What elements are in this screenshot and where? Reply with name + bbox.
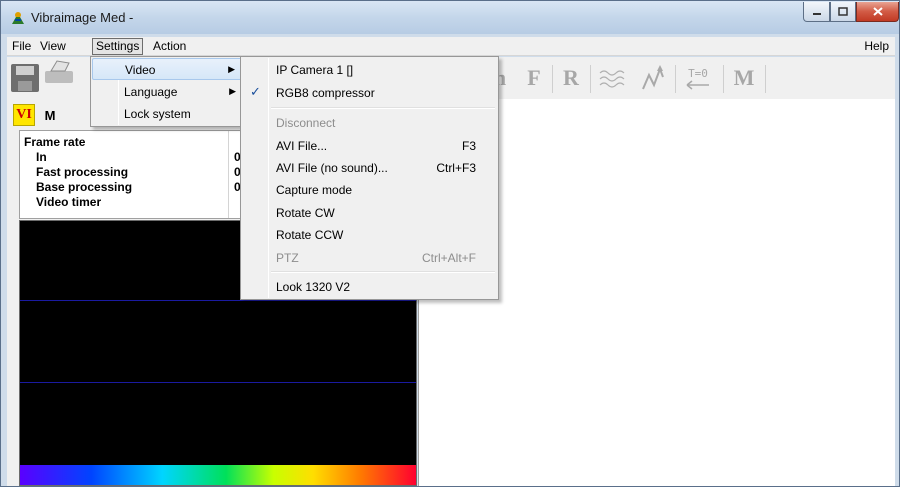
menu-bar: File View Settings Action Help [7,37,895,56]
menu-item-capture-mode[interactable]: Capture mode [242,179,497,201]
submenu-arrow-icon: ▶ [229,86,236,96]
menu-item-label: Rotate CCW [276,228,344,242]
menu-item-shortcut: Ctrl+Alt+F [421,251,476,265]
menu-item-label: RGB8 compressor [276,86,375,100]
video-submenu: IP Camera 1 [] ✓ RGB8 compressor Disconn… [240,56,499,300]
toolbar-separator [590,65,591,93]
menu-item-label: AVI File (no sound)... [276,161,388,175]
menu-separator [271,271,495,273]
menu-item-label: Disconnect [276,116,336,130]
scanner-icon[interactable] [43,59,77,85]
window-title: Vibraimage Med - [31,10,134,25]
toolbar-separator [552,65,553,93]
minimize-button[interactable] [803,2,830,22]
grid-line [20,382,416,383]
stat-label: Video timer [36,195,102,209]
settings-dropdown: Video ▶ Language ▶ Lock system [90,56,245,127]
menu-action[interactable]: Action [149,38,190,55]
menu-item-language[interactable]: Language ▶ [92,81,243,103]
toolbar-button-r[interactable]: R [560,63,582,93]
toolbar-button-m[interactable]: M [731,63,757,93]
menu-item-ip-camera[interactable]: IP Camera 1 [] [242,59,497,81]
toolbar-button-f[interactable]: F [525,63,543,93]
toolbar-separator [675,65,676,93]
menu-item-video[interactable]: Video ▶ [92,58,243,80]
menu-help[interactable]: Help [860,38,893,55]
menu-item-shortcut: F3 [461,139,476,153]
graph-icon[interactable] [639,63,669,93]
submenu-arrow-icon: ▶ [228,64,235,74]
menu-settings[interactable]: Settings [92,38,144,55]
menu-item-shortcut: Ctrl+F3 [436,161,476,175]
maximize-icon [838,7,848,16]
menu-item-label: PTZ [276,251,299,265]
menu-item-label: Rotate CW [276,206,335,220]
waves-icon[interactable] [597,63,627,93]
menu-item-label: Capture mode [276,183,353,197]
menu-item-rotate-ccw[interactable]: Rotate CCW [242,224,497,246]
stat-label: Frame rate [24,135,86,149]
t0-label: T=0 [688,66,708,80]
toolbar-separator [723,65,724,93]
arrow-left-icon [686,79,709,90]
menu-item-avi-file-no-sound[interactable]: AVI File (no sound)... Ctrl+F3 [242,157,497,179]
save-icon[interactable] [10,63,40,93]
stat-label: In [36,150,47,164]
title-bar[interactable]: Vibraimage Med - [1,1,899,34]
close-button[interactable] [856,2,899,22]
menu-item-disconnect: Disconnect [242,112,497,134]
menu-item-label: Look 1320 V2 [276,280,351,294]
menu-view[interactable]: View [36,38,70,55]
close-icon [872,7,883,16]
toolbar-button-t0[interactable]: T=0 [681,63,715,93]
tab-m[interactable]: M [39,104,61,126]
menu-file[interactable]: File [8,38,35,55]
grid-line [20,300,416,301]
menu-item-avi-file[interactable]: AVI File... F3 [242,135,497,157]
toolbar-separator [765,65,766,93]
menu-item-label: AVI File... [276,139,328,153]
tab-vi[interactable]: VI [13,104,35,126]
menu-item-lock-system[interactable]: Lock system [92,103,243,125]
minimize-icon [812,12,821,15]
menu-item-rotate-cw[interactable]: Rotate CW [242,202,497,224]
stat-label: Fast processing [36,165,129,179]
menu-separator [271,107,495,109]
menu-item-ptz: PTZ Ctrl+Alt+F [242,247,497,269]
color-spectrum-bar [20,465,416,485]
checkmark-icon: ✓ [250,84,261,99]
app-icon [12,12,24,24]
menu-item-look-1320[interactable]: Look 1320 V2 [242,276,497,298]
maximize-button[interactable] [830,2,856,22]
stat-label: Base processing [36,180,133,194]
menu-item-rgb8-compressor[interactable]: ✓ RGB8 compressor [242,82,497,104]
menu-item-label: Language [124,85,178,99]
menu-item-label: IP Camera 1 [] [276,63,354,77]
menu-item-label: Lock system [124,107,191,121]
menu-item-label: Video [125,63,156,77]
